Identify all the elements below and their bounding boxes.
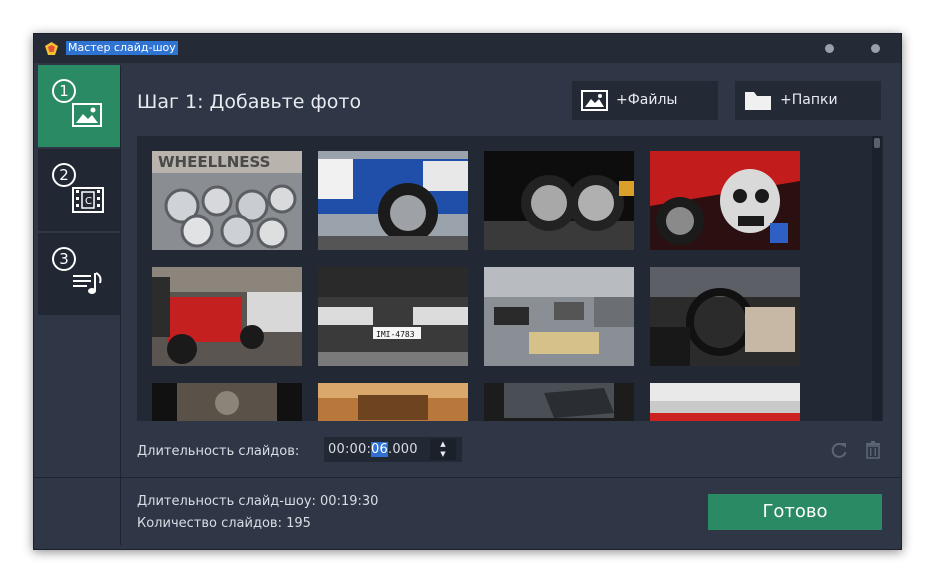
minimize-button[interactable] (825, 44, 834, 53)
photo-caption: IMI-4783 (376, 330, 415, 339)
film-clip-icon: C (72, 187, 104, 213)
photo-thumbnail[interactable] (152, 383, 302, 421)
folder-icon (745, 92, 771, 110)
sidebar-step-2[interactable]: 2 C (38, 149, 120, 231)
photo-thumbnail[interactable] (318, 151, 468, 250)
photo-thumbnail[interactable]: WHEELLNESS (152, 151, 302, 250)
sidebar-divider (120, 65, 121, 545)
slideshow-duration-info: Длительность слайд-шоу: 00:19:30 (137, 494, 379, 509)
rotate-icon[interactable] (830, 441, 848, 459)
photo-thumbnail[interactable] (650, 267, 800, 366)
app-logo-icon (45, 42, 58, 55)
done-button[interactable]: Готово (708, 494, 882, 530)
step-number: 3 (52, 247, 76, 271)
window-title: Мастер слайд-шоу (66, 41, 178, 55)
svg-text:C: C (85, 196, 92, 207)
photo-thumbnail[interactable] (318, 383, 468, 421)
spin-up-icon[interactable]: ▲ (430, 439, 456, 449)
photo-thumbnail[interactable] (650, 383, 800, 421)
photo-thumbnail[interactable] (484, 151, 634, 250)
photo-thumbnail[interactable]: IMI-4783 (318, 267, 468, 366)
photo-thumbnail[interactable] (650, 151, 800, 250)
slideshow-wizard-window: Мастер слайд-шоу 1 2 C 3 Шаг 1: Добавьте… (33, 33, 902, 550)
add-files-label: +Файлы (616, 92, 678, 108)
image-icon (581, 90, 608, 111)
gallery-scrollbar-thumb[interactable] (874, 138, 880, 148)
step-title: Шаг 1: Добавьте фото (137, 91, 362, 113)
music-list-icon (73, 272, 102, 294)
slide-duration-field[interactable]: 00:00:06.000 ▲ ▼ (324, 437, 462, 462)
slide-duration-value[interactable]: 00:00:06.000 (328, 442, 418, 457)
photo-caption: WHEELLNESS (158, 153, 270, 171)
add-files-button[interactable]: +Файлы (572, 81, 718, 120)
title-bar: Мастер слайд-шоу (34, 34, 901, 63)
photo-thumbnail[interactable] (484, 383, 634, 421)
duration-spinner[interactable]: ▲ ▼ (430, 439, 456, 460)
slide-duration-label: Длительность слайдов: (137, 444, 300, 459)
add-folders-button[interactable]: +Папки (735, 81, 881, 120)
close-button[interactable] (871, 44, 880, 53)
sidebar-step-3[interactable]: 3 (38, 233, 120, 315)
gallery-scrollbar[interactable] (872, 136, 882, 421)
photo-thumbnail[interactable] (484, 267, 634, 366)
step-number: 2 (52, 163, 76, 187)
step-number: 1 (52, 79, 76, 103)
footer-divider (34, 477, 901, 478)
photo-thumbnail[interactable] (152, 267, 302, 366)
trash-icon[interactable] (865, 441, 881, 459)
spin-down-icon[interactable]: ▼ (430, 449, 456, 459)
step-sidebar: 1 2 C 3 (38, 65, 120, 545)
image-icon (72, 103, 102, 127)
sidebar-step-1[interactable]: 1 (38, 65, 120, 147)
slide-count-info: Количество слайдов: 195 (137, 516, 311, 531)
photo-gallery: WHEELLNESS IMI-4783 (137, 136, 883, 421)
add-folders-label: +Папки (780, 92, 838, 108)
